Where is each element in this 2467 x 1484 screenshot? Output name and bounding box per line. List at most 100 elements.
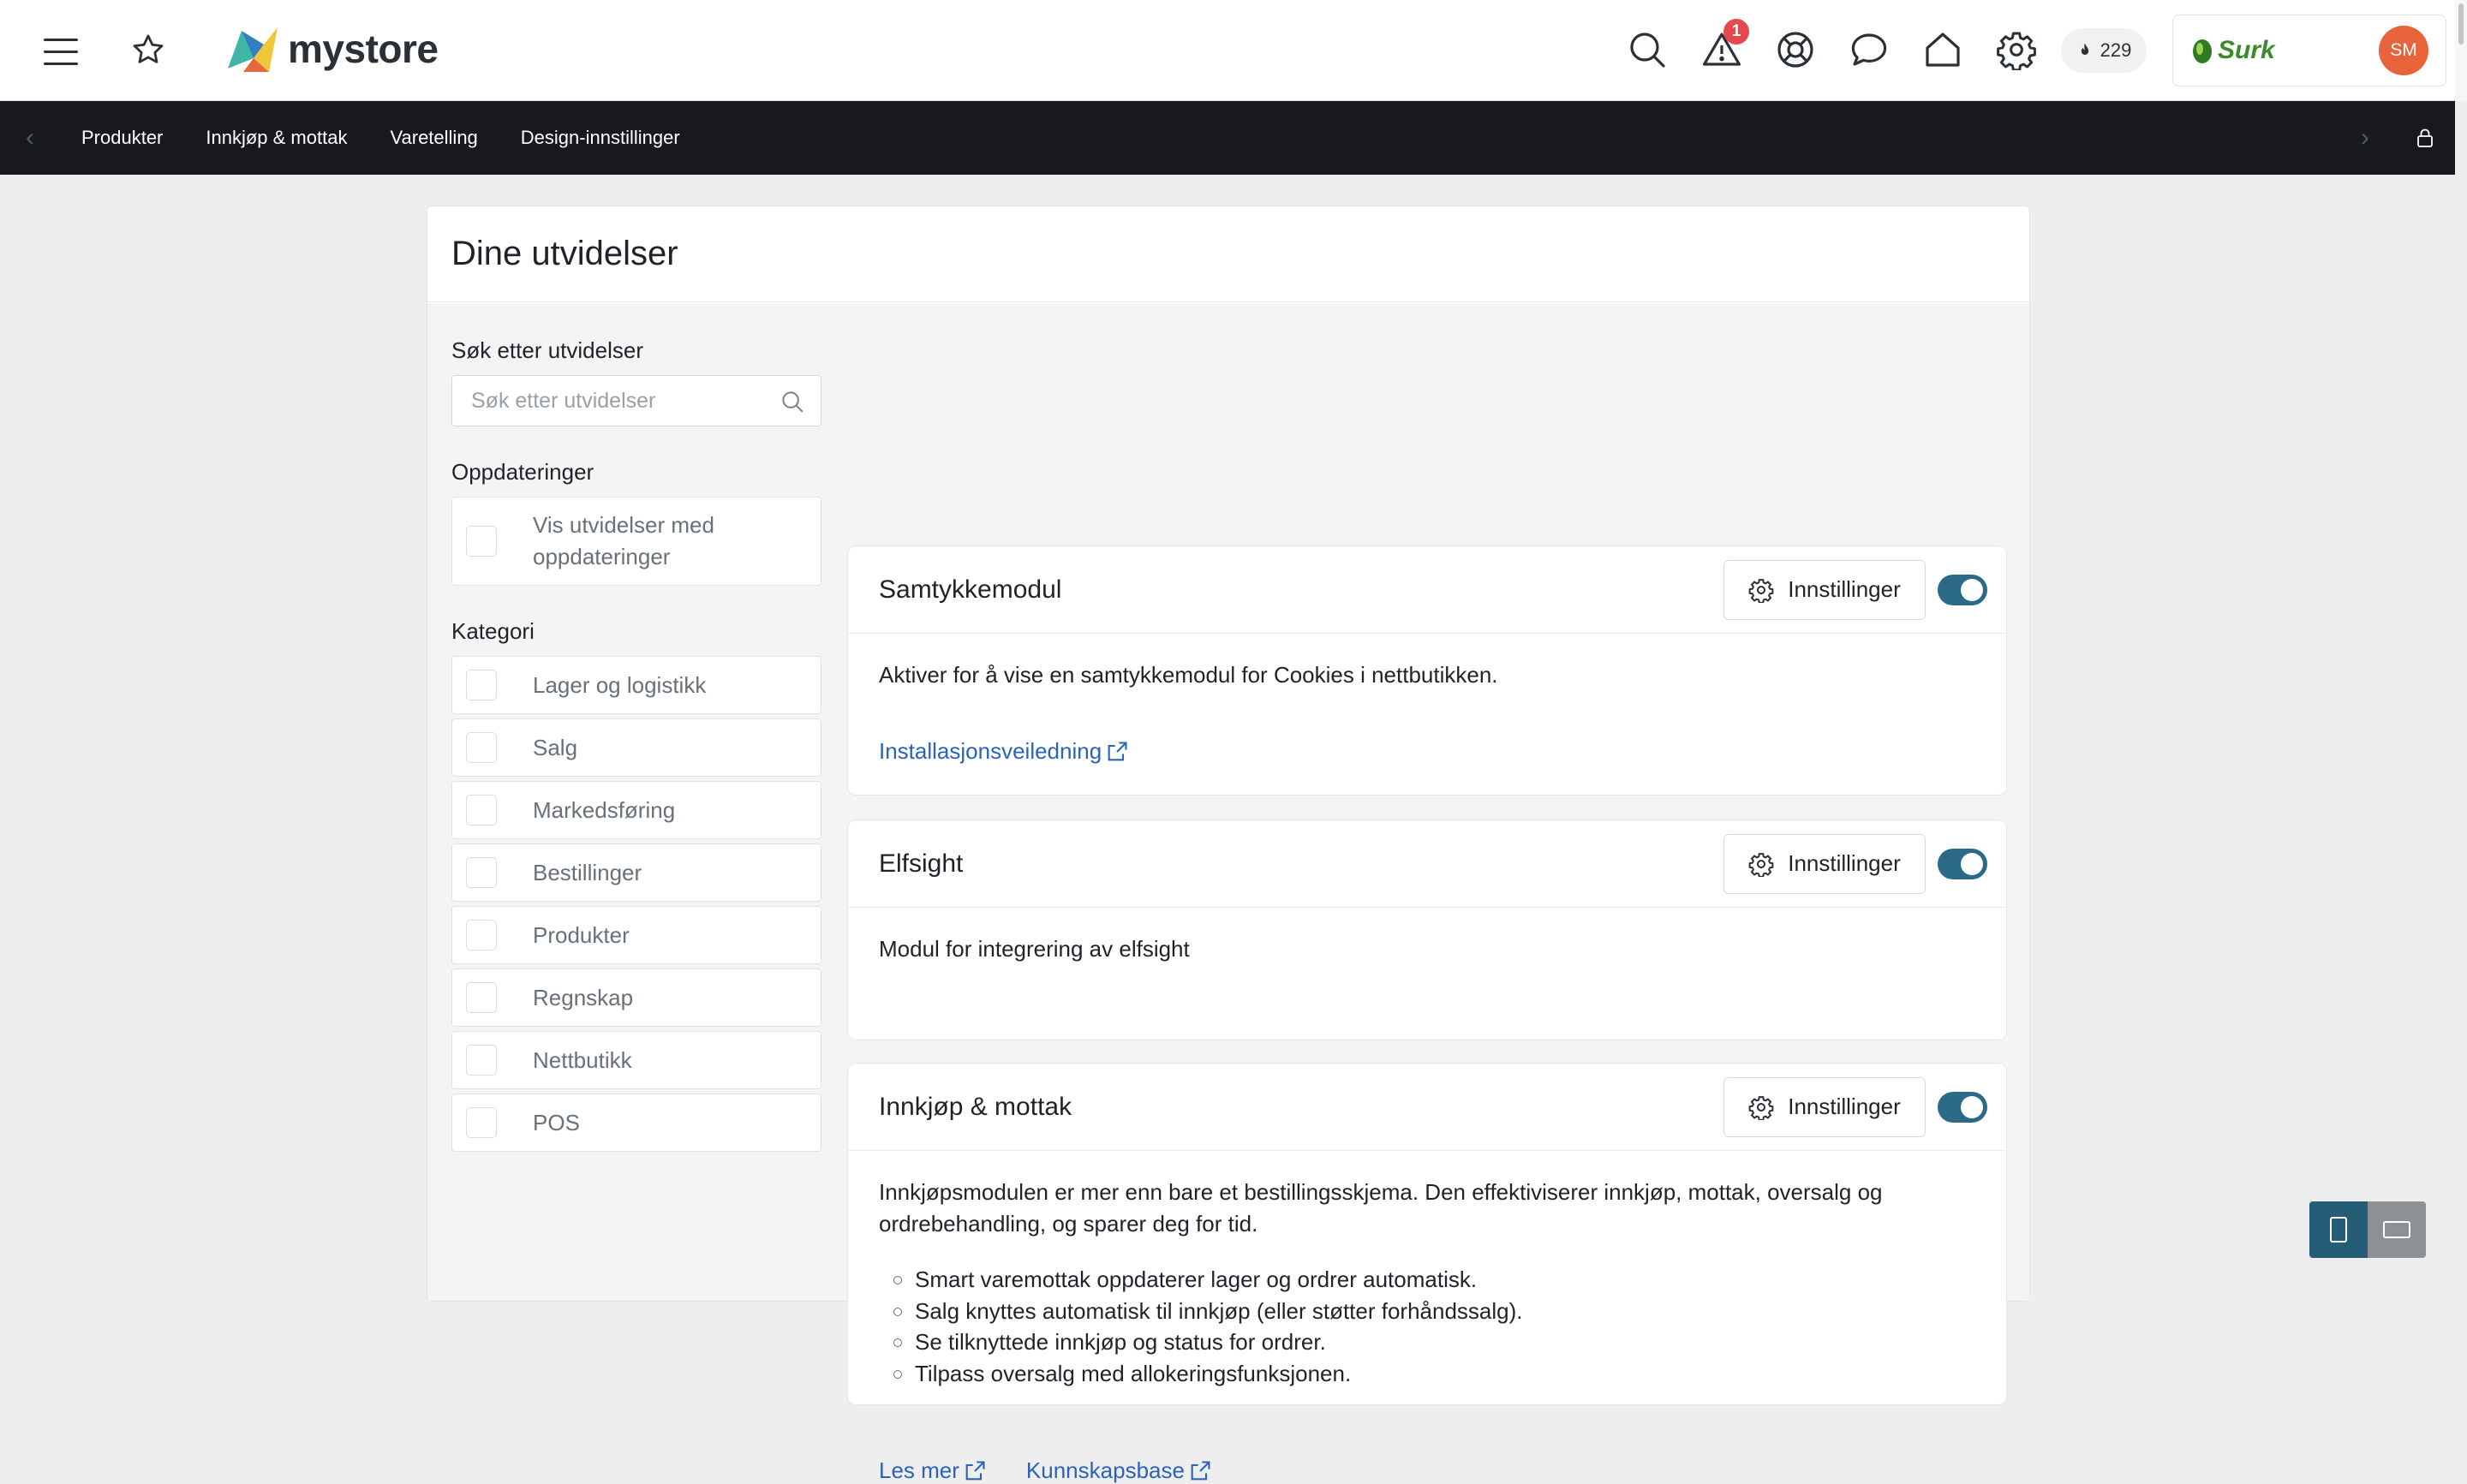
extension-title: Innkjøp & mottak [879,1092,1072,1121]
category-option-label: Produkter [533,921,630,948]
category-option-nettbutikk[interactable]: Nettbutikk [451,1031,821,1089]
extension-description: Innkjøpsmodulen er mer enn bare et besti… [879,1179,1883,1237]
points-value: 229 [2100,39,2132,61]
lifebuoy-icon[interactable] [1771,26,1819,74]
enable-toggle[interactable] [1938,1091,1987,1123]
category-checkbox[interactable] [466,982,497,1013]
category-option-lager[interactable]: Lager og logistikk [451,656,821,714]
category-option-label: POS [533,1109,580,1135]
extension-card-body: Innkjøpsmodulen er mer enn bare et besti… [848,1151,2006,1484]
updates-checkbox[interactable] [466,526,497,557]
page-title: Dine utvidelser [427,206,2029,302]
category-checkbox[interactable] [466,857,497,888]
search-icon[interactable] [780,389,805,419]
external-link-icon [1108,741,1127,760]
extension-description: Modul for integrering av elfsight [879,936,1190,962]
star-icon[interactable] [125,26,171,74]
gear-icon[interactable] [1992,26,2040,74]
hamburger-icon[interactable] [39,26,82,77]
gear-icon [1748,852,1774,877]
settings-button[interactable]: Innstillinger [1723,559,1926,620]
category-option-produkter[interactable]: Produkter [451,906,821,964]
extension-card-header: Innkjøp & mottak Innstillinger [848,1064,2006,1151]
category-checkbox[interactable] [466,795,497,825]
notification-badge: 1 [1723,19,1749,45]
nav-scroll-left-icon[interactable]: ‹ [0,101,60,175]
enable-toggle[interactable] [1938,848,1987,879]
link-label: Les mer [879,1457,959,1483]
category-label: Kategori [451,618,535,644]
scrollbar-thumb[interactable] [2458,3,2464,45]
category-option-salg[interactable]: Salg [451,718,821,777]
nav-item-design-innstillinger[interactable]: Design-innstillinger [499,101,702,175]
search-input[interactable] [469,387,803,414]
installation-guide-link[interactable]: Installasjonsveiledning [879,738,1129,765]
account-switcher[interactable]: Surk SM [2172,15,2446,86]
extension-card-body: Modul for integrering av elfsight [848,908,2006,965]
extension-card-header: Samtykkemodul Innstillinger [848,546,2006,634]
window-scrollbar[interactable] [2455,0,2467,101]
module-nav-bar: ‹ Produkter Innkjøp & mottak Varetelling… [0,101,2455,175]
link-label: Kunnskapsbase [1025,1457,1185,1483]
feature-list: Smart varemottak oppdaterer lager og ord… [879,1264,1975,1389]
avatar[interactable]: SM [2379,26,2428,75]
category-option-bestillinger[interactable]: Bestillinger [451,843,821,902]
shop-logo-text: Surk [2218,36,2275,64]
home-icon[interactable] [1919,26,1967,74]
toggle-knob [1961,852,1983,875]
category-option-markedsforing[interactable]: Markedsføring [451,781,821,839]
category-checkbox[interactable] [466,1045,497,1076]
top-header: mystore 1 229 Surk SM [0,0,2467,101]
category-option-regnskap[interactable]: Regnskap [451,968,821,1027]
points-counter[interactable]: 229 [2061,28,2147,73]
nav-scroll-right-icon[interactable]: › [2335,101,2395,175]
category-option-label: Bestillinger [533,859,642,885]
category-checkbox[interactable] [466,1107,497,1138]
portrait-view-icon[interactable] [2309,1201,2368,1258]
category-checkbox[interactable] [466,920,497,951]
search-field[interactable] [451,375,821,426]
knowledge-base-link[interactable]: Kunnskapsbase [1026,1457,1212,1484]
brand-logo[interactable]: mystore [226,21,439,77]
shop-logo: Surk [2190,36,2275,65]
search-icon[interactable] [1623,26,1671,74]
flame-icon [2081,43,2088,55]
category-checkbox[interactable] [466,732,497,763]
enable-toggle[interactable] [1938,574,1987,605]
feature-list-item: Salg knyttes automatisk til innkjøp (ell… [893,1296,1975,1327]
extension-card-innkjop-mottak: Innkjøp & mottak Innstillinger Innkjøpsm… [847,1063,2007,1483]
extension-description: Aktiver for å vise en samtykkemodul for … [879,662,1498,688]
feature-list-item: Tilpass oversalg med allokeringsfunksjon… [893,1358,1975,1390]
toggle-knob [1961,578,1983,601]
extension-card-header: Elfsight Innstillinger [848,820,2006,908]
shop-logo-leaf-icon [2193,39,2212,63]
nav-item-varetelling[interactable]: Varetelling [368,101,499,175]
category-option-label: Salg [533,734,578,760]
warning-icon[interactable]: 1 [1698,19,1749,74]
feature-list-item: Smart varemottak oppdaterer lager og ord… [893,1264,1975,1296]
lock-icon[interactable] [2395,101,2455,175]
nav-item-innkjop-mottak[interactable]: Innkjøp & mottak [184,101,368,175]
read-more-link[interactable]: Les mer [879,1457,987,1484]
category-option-pos[interactable]: POS [451,1094,821,1152]
link-label: Installasjonsveiledning [879,738,1102,764]
landscape-view-icon[interactable] [2368,1201,2426,1258]
settings-button[interactable]: Innstillinger [1723,833,1926,894]
updates-filter-option[interactable]: Vis utvidelser med oppdateringer [451,497,821,586]
gear-icon [1748,1095,1774,1120]
settings-button-label: Innstillinger [1788,576,1901,602]
chat-icon[interactable] [1845,26,1893,74]
extensions-panel: Dine utvidelser Søk etter utvidelser Opp… [427,206,2030,1483]
settings-button-label: Innstillinger [1788,850,1901,876]
category-option-label: Lager og logistikk [533,671,707,698]
settings-button[interactable]: Innstillinger [1723,1076,1926,1137]
nav-item-produkter[interactable]: Produkter [60,101,184,175]
gear-icon [1748,578,1774,603]
updates-label: Oppdateringer [451,459,594,485]
brand-mark-icon [228,27,278,72]
panel-body: Søk etter utvidelser Oppdateringer Vis u… [427,303,2029,1483]
category-checkbox[interactable] [466,670,497,700]
extension-card-elfsight: Elfsight Innstillinger Modul for integre… [847,819,2007,1040]
settings-button-label: Innstillinger [1788,1094,1901,1119]
view-mode-switch [2309,1201,2426,1258]
